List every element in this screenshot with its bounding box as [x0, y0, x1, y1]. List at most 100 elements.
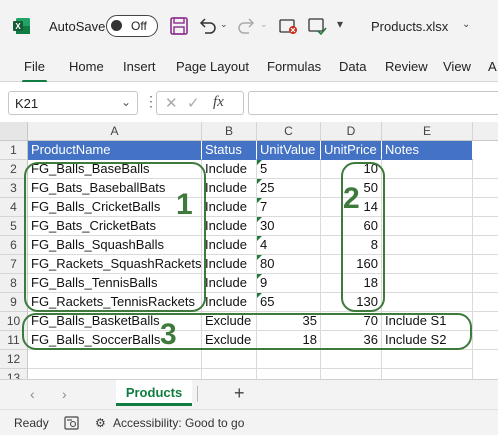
cell[interactable]: Include	[202, 160, 257, 179]
cell[interactable]	[28, 369, 202, 379]
cell[interactable]	[473, 331, 498, 350]
cell[interactable]: 18	[321, 274, 382, 293]
tab-view[interactable]: View	[443, 59, 471, 74]
cell[interactable]	[473, 179, 498, 198]
cell[interactable]	[382, 293, 473, 312]
cell[interactable]	[28, 350, 202, 369]
tab-formulas[interactable]: Formulas	[267, 59, 321, 74]
cell[interactable]: 7	[257, 198, 321, 217]
cell[interactable]	[473, 293, 498, 312]
cell[interactable]: FG_Balls_BaseBalls	[28, 160, 202, 179]
row-header-13[interactable]: 13	[0, 369, 28, 379]
check-doc-icon[interactable]	[306, 15, 328, 37]
row-header-11[interactable]: 11	[0, 331, 28, 350]
cell[interactable]: 25	[257, 179, 321, 198]
cell[interactable]	[382, 236, 473, 255]
spelling-icon[interactable]	[277, 15, 299, 37]
header-cell-status[interactable]: Status	[202, 141, 257, 160]
cell[interactable]: Include	[202, 198, 257, 217]
cell[interactable]: 18	[257, 331, 321, 350]
cell[interactable]	[257, 369, 321, 379]
cell[interactable]: 30	[257, 217, 321, 236]
cell[interactable]: FG_Rackets_SquashRackets	[28, 255, 202, 274]
formula-input[interactable]	[248, 91, 498, 115]
cell[interactable]: Include	[202, 217, 257, 236]
tab-file[interactable]: File	[22, 59, 47, 83]
cell[interactable]: FG_Rackets_TennisRackets	[28, 293, 202, 312]
cell[interactable]	[202, 350, 257, 369]
file-name[interactable]: Products.xlsx	[371, 19, 448, 34]
prev-sheet-icon[interactable]: ‹	[30, 386, 35, 402]
add-sheet-button[interactable]: +	[234, 383, 245, 404]
header-cell-unitprice[interactable]: UnitPrice	[321, 141, 382, 160]
cell[interactable]	[473, 198, 498, 217]
header-cell-unitvalue[interactable]: UnitValue	[257, 141, 321, 160]
row-header-3[interactable]: 3	[0, 179, 28, 198]
cell[interactable]: Include	[202, 236, 257, 255]
row-header-9[interactable]: 9	[0, 293, 28, 312]
cell[interactable]	[473, 217, 498, 236]
cell[interactable]	[382, 255, 473, 274]
select-all-corner[interactable]	[0, 122, 28, 141]
cell[interactable]	[473, 160, 498, 179]
cell[interactable]: Include S2	[382, 331, 473, 350]
cell[interactable]: 160	[321, 255, 382, 274]
cell[interactable]	[382, 217, 473, 236]
undo-dropdown-icon[interactable]: ⌄	[220, 19, 228, 30]
autosave-toggle[interactable]: Off	[106, 15, 158, 37]
cell[interactable]: 70	[321, 312, 382, 331]
insert-function-icon[interactable]: fx	[213, 94, 224, 111]
row-header-1[interactable]: 1	[0, 141, 28, 160]
cell[interactable]	[321, 350, 382, 369]
row-header-10[interactable]: 10	[0, 312, 28, 331]
cell[interactable]: 60	[321, 217, 382, 236]
accessibility-icon[interactable]: ⚙	[95, 416, 106, 430]
cell[interactable]: 36	[321, 331, 382, 350]
cell[interactable]: 130	[321, 293, 382, 312]
name-box[interactable]: K21 ⌄	[8, 91, 138, 115]
column-header-c[interactable]: C	[257, 122, 321, 141]
cell[interactable]: Exclude	[202, 312, 257, 331]
cell[interactable]	[473, 255, 498, 274]
row-header-4[interactable]: 4	[0, 198, 28, 217]
excel-logo-icon[interactable]: X	[13, 17, 31, 35]
name-box-dropdown-icon[interactable]: ⌄	[121, 95, 131, 109]
cell[interactable]: 5	[257, 160, 321, 179]
cell[interactable]	[473, 236, 498, 255]
cell[interactable]	[202, 369, 257, 379]
cell[interactable]: FG_Balls_SquashBalls	[28, 236, 202, 255]
cell[interactable]	[473, 312, 498, 331]
column-header-e[interactable]: E	[382, 122, 473, 141]
cell[interactable]: Include	[202, 179, 257, 198]
tab-data[interactable]: Data	[339, 59, 366, 74]
redo-dropdown-icon[interactable]: ⌄	[260, 19, 268, 30]
cell[interactable]	[382, 198, 473, 217]
cell[interactable]: 65	[257, 293, 321, 312]
cell[interactable]	[382, 274, 473, 293]
cell[interactable]: Include	[202, 274, 257, 293]
tab-automate[interactable]: A	[488, 59, 497, 74]
cell[interactable]: 35	[257, 312, 321, 331]
row-header-6[interactable]: 6	[0, 236, 28, 255]
cell[interactable]	[382, 160, 473, 179]
cell[interactable]: Include	[202, 293, 257, 312]
column-header-d[interactable]: D	[321, 122, 382, 141]
row-header-2[interactable]: 2	[0, 160, 28, 179]
cell[interactable]	[382, 179, 473, 198]
header-cell-productname[interactable]: ProductName	[28, 141, 202, 160]
cancel-icon[interactable]: ✕	[165, 94, 178, 112]
header-cell-notes[interactable]: Notes	[382, 141, 473, 160]
column-header-f[interactable]	[473, 122, 498, 141]
cell[interactable]	[257, 350, 321, 369]
undo-icon[interactable]	[196, 15, 218, 37]
cell[interactable]: 8	[321, 236, 382, 255]
cell[interactable]: 9	[257, 274, 321, 293]
tab-review[interactable]: Review	[385, 59, 428, 74]
sheet-tab-products[interactable]: Products	[116, 380, 192, 406]
cell[interactable]	[382, 369, 473, 379]
cell[interactable]: 10	[321, 160, 382, 179]
redo-icon[interactable]	[236, 15, 258, 37]
cell[interactable]: Include	[202, 255, 257, 274]
next-sheet-icon[interactable]: ›	[62, 386, 67, 402]
cell[interactable]: 4	[257, 236, 321, 255]
